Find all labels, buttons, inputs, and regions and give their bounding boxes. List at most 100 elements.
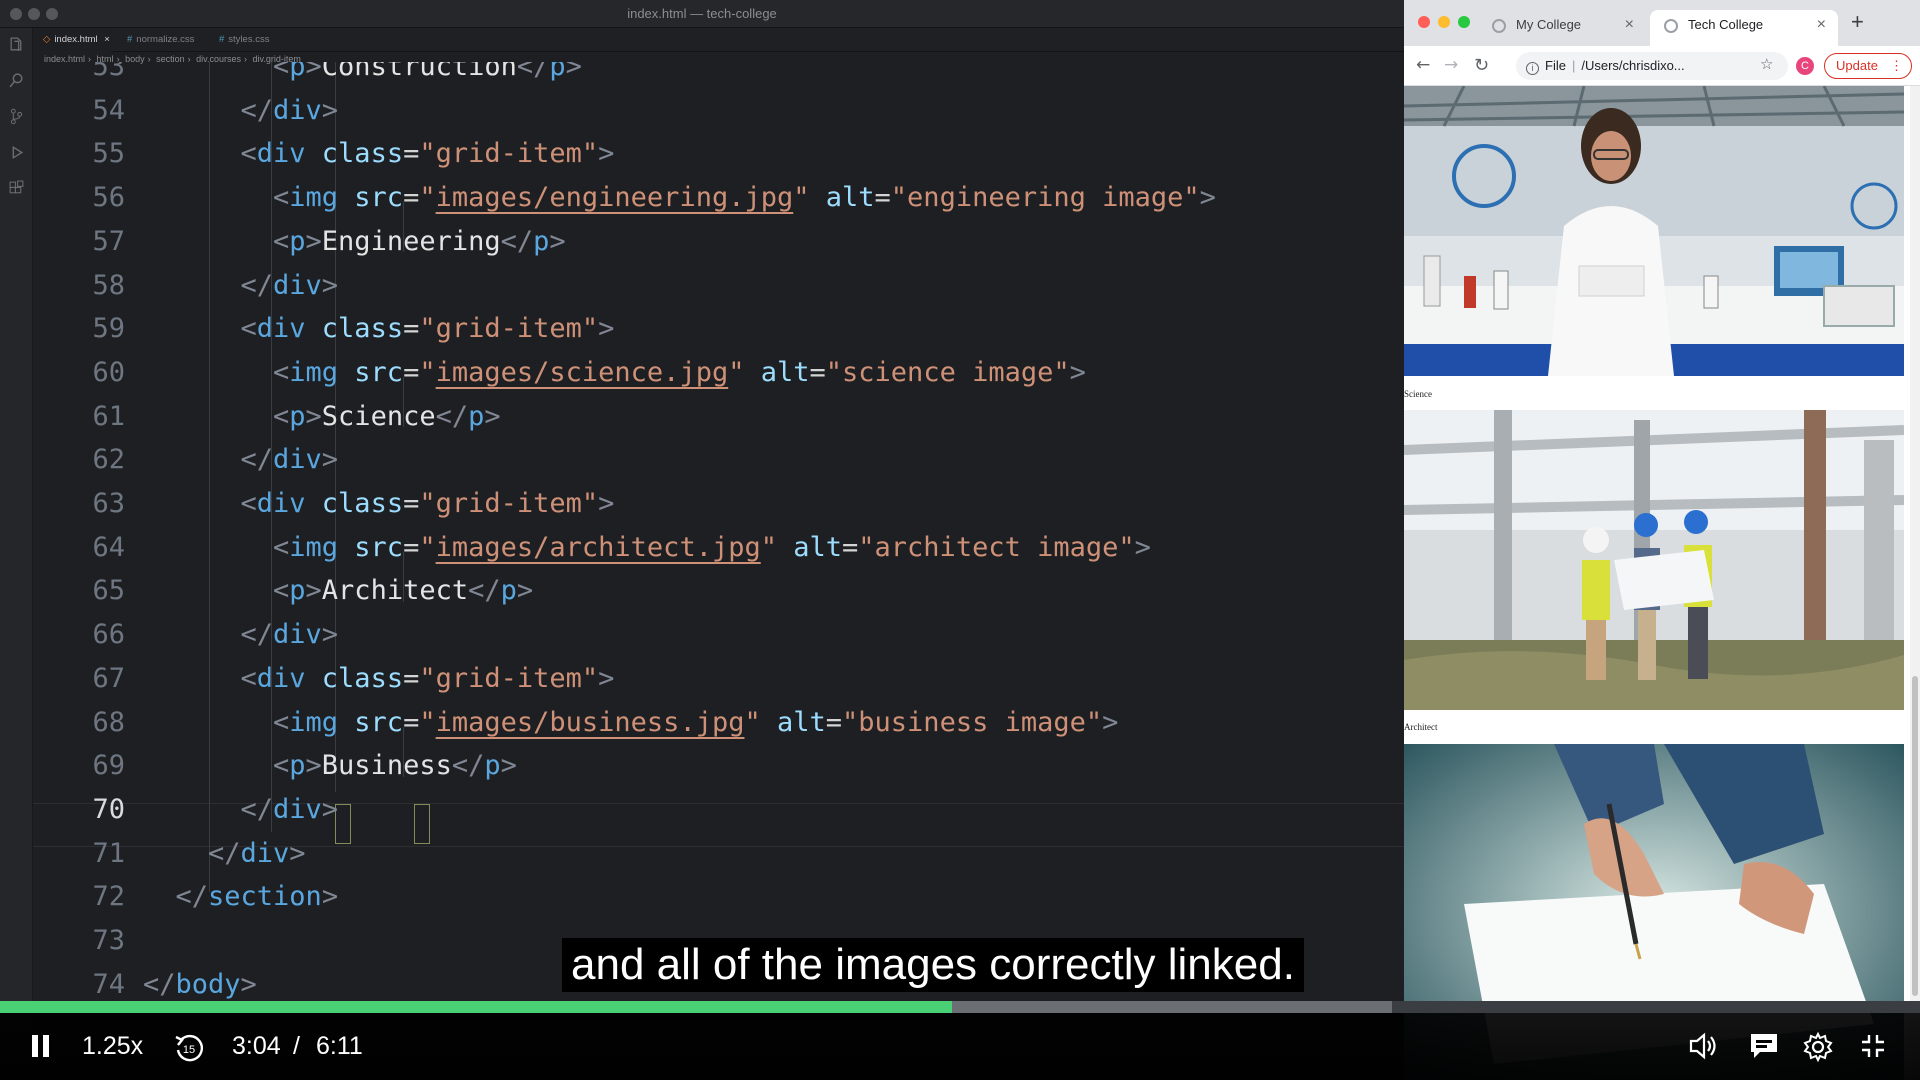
science-image (1404, 86, 1904, 376)
line-number: 64 (92, 531, 125, 563)
line-number: 56 (92, 182, 125, 214)
browser-tab-tech-college[interactable]: Tech College × (1650, 10, 1838, 46)
tab-label: index.html (54, 34, 98, 45)
code-text: <img src="images/business.jpg" alt="busi… (273, 706, 1119, 738)
tab-close-icon[interactable]: × (104, 34, 110, 45)
page-viewport: Science Architect (1404, 86, 1910, 1080)
code-text: <div class="grid-item"> (240, 662, 615, 694)
indent-guide (209, 62, 210, 892)
browser-close-button[interactable] (1418, 16, 1430, 28)
run-debug-icon[interactable] (8, 144, 25, 161)
captions-icon[interactable] (1748, 1031, 1780, 1061)
tab-label: styles.css (228, 34, 270, 45)
line-number: 53 (92, 62, 125, 82)
line-number: 66 (92, 619, 125, 651)
code-text: </div> (240, 269, 339, 301)
tab-close-icon[interactable]: × (1817, 10, 1826, 40)
globe-icon (1664, 19, 1678, 33)
line-number: 54 (92, 94, 125, 126)
editor-tab-bar: ◇ index.html × # normalize.css # styles.css (33, 28, 1404, 52)
css-file-icon: # (127, 34, 133, 45)
settings-icon[interactable] (1802, 1031, 1834, 1063)
video-duration: 6:11 (316, 1032, 363, 1060)
code-text: </div> (240, 619, 339, 651)
tab-close-icon[interactable]: × (1625, 10, 1634, 40)
browser-tab-strip: My College × Tech College × + (1404, 0, 1920, 46)
code-text: </div> (240, 793, 339, 825)
code-editor-window: index.html — tech-college ◇ index.html × … (0, 0, 1404, 1080)
architect-image (1404, 410, 1904, 710)
played-progress (0, 1001, 953, 1013)
info-icon[interactable]: i (1526, 62, 1539, 75)
line-number: 74 (92, 968, 125, 1000)
update-label: Update (1836, 58, 1878, 73)
subtitle-caption: and all of the images correctly linked. (562, 938, 1304, 992)
code-text: </div> (240, 94, 339, 126)
line-number: 70 (92, 793, 125, 825)
line-number: 68 (92, 706, 125, 738)
pause-icon[interactable] (30, 1033, 52, 1059)
line-number: 67 (92, 662, 125, 694)
browser-tab-my-college[interactable]: My College × (1478, 10, 1646, 46)
code-text: <p>Architect</p> (273, 575, 534, 607)
skip-back-seconds: 15 (183, 1044, 195, 1056)
more-menu-icon[interactable]: ⋮ (1890, 54, 1903, 77)
reload-icon[interactable]: ↻ (1474, 55, 1489, 76)
page-scrollbar[interactable] (1910, 86, 1920, 1080)
explorer-icon[interactable] (8, 36, 25, 53)
line-number: 62 (92, 444, 125, 476)
editor-titlebar: index.html — tech-college (0, 0, 1404, 28)
extensions-panel-icon[interactable] (8, 180, 25, 197)
line-number: 58 (92, 269, 125, 301)
globe-icon (1492, 19, 1506, 33)
exit-fullscreen-icon[interactable] (1858, 1031, 1888, 1061)
browser-minimize-button[interactable] (1438, 16, 1450, 28)
code-area[interactable]: 53 <p>Construction</p> 54 </div> 55 <div clas… (33, 62, 1404, 1002)
tab-styles-css[interactable]: # styles.css (209, 28, 289, 52)
window-title: index.html — tech-college (627, 6, 777, 21)
scrollbar-thumb[interactable] (1912, 676, 1918, 996)
code-text: <div class="grid-item"> (240, 313, 615, 345)
tab-label: normalize.css (136, 34, 195, 45)
source-control-icon[interactable] (8, 108, 25, 125)
activity-bar (0, 28, 33, 1080)
back-arrow-icon[interactable]: ← (1416, 55, 1430, 75)
code-text: <p>Business</p> (273, 750, 517, 782)
code-text: <img src="images/architect.jpg" alt="arc… (273, 531, 1151, 563)
address-path: /Users/chrisdixo... (1581, 58, 1685, 73)
playback-speed-button[interactable]: 1.25x (82, 1030, 143, 1062)
new-tab-button[interactable]: + (1851, 9, 1864, 35)
line-number: 55 (92, 138, 125, 170)
course-caption: Architect (1404, 722, 1438, 732)
line-number: 60 (92, 356, 125, 388)
replay-15-icon[interactable]: 15 (172, 1031, 206, 1065)
browser-zoom-button[interactable] (1458, 16, 1470, 28)
code-text: <p>Engineering</p> (273, 225, 566, 257)
code-text: <div class="grid-item"> (240, 488, 615, 519)
star-icon[interactable]: ☆ (1760, 55, 1773, 73)
code-text: </div> (240, 444, 339, 476)
line-number: 61 (92, 400, 125, 432)
line-number: 65 (92, 575, 125, 607)
tab-title: Tech College (1688, 17, 1764, 32)
code-text: <p>Science</p> (273, 400, 501, 432)
code-text: </body> (143, 968, 257, 1000)
video-controls: 1.25x 15 3:04 / 6:11 (0, 1013, 1920, 1080)
browser-toolbar: ← → ↻ iFile|/Users/chrisdixo... ☆ C ✦ Up… (1404, 46, 1920, 86)
code-text: <img src="images/science.jpg" alt="scien… (273, 356, 1086, 388)
forward-arrow-icon[interactable]: → (1444, 55, 1458, 75)
avatar[interactable]: C (1796, 57, 1814, 75)
css-file-icon: # (219, 34, 225, 45)
tab-index-html[interactable]: ◇ index.html × (33, 28, 111, 52)
line-number: 59 (92, 313, 125, 345)
time-separator: / (293, 1032, 300, 1060)
tab-normalize-css[interactable]: # normalize.css (117, 28, 205, 52)
search-icon[interactable] (8, 72, 25, 89)
video-progress-bar[interactable] (0, 1001, 1920, 1013)
address-bar[interactable]: i File |/Users/chrisdixo... (1516, 52, 1788, 80)
update-button[interactable]: Update ⋮ (1824, 53, 1912, 79)
matched-bracket-highlight (414, 804, 430, 844)
volume-icon[interactable] (1688, 1031, 1720, 1061)
line-number: 71 (92, 837, 125, 869)
line-number: 73 (92, 925, 125, 956)
